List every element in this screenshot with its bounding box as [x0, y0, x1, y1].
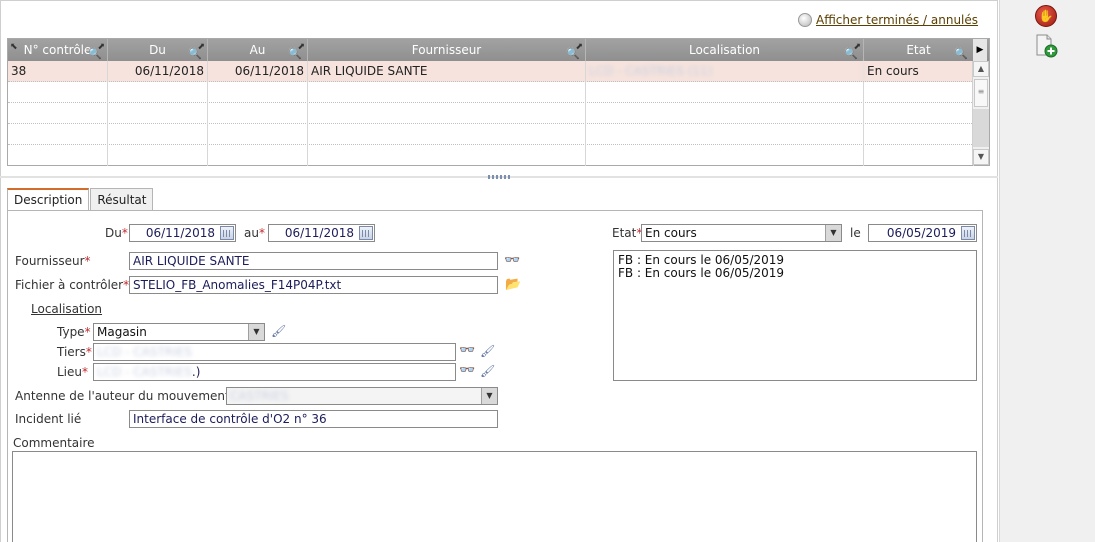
- splitter-grip-icon[interactable]: [488, 175, 510, 179]
- grid-vertical-scrollbar[interactable]: ▲ ≡ ▼: [972, 61, 989, 165]
- show-finished-link[interactable]: Afficher terminés / annulés: [816, 13, 978, 27]
- etat-label: Etat*: [612, 226, 643, 240]
- fichier-label: Fichier à contrôler*: [15, 278, 130, 292]
- lieu-input[interactable]: LCD - CASTRIES.): [93, 363, 456, 381]
- table-row: [8, 103, 974, 124]
- clear-brush-icon[interactable]: 🖌: [480, 344, 498, 358]
- table-row: [8, 124, 974, 145]
- table-row: [8, 82, 974, 103]
- du-date-input[interactable]: 06/11/2018: [129, 224, 236, 242]
- col-header-no[interactable]: ⬉ N° contrôle 🔍 ⬈: [8, 39, 108, 61]
- commentaire-textarea[interactable]: [12, 451, 977, 542]
- localisation-section-title: Localisation: [31, 302, 103, 316]
- au-date-input[interactable]: 06/11/2018: [268, 224, 375, 242]
- col-header-etat[interactable]: Etat 🔍: [864, 39, 974, 61]
- fournisseur-input[interactable]: AIR LIQUIDE SANTE: [129, 252, 498, 270]
- chevron-down-icon[interactable]: ▼: [825, 225, 841, 241]
- fichier-input[interactable]: STELIO_FB_Anomalies_F14P04P.txt: [129, 276, 498, 294]
- col-header-localisation[interactable]: Localisation 🔍 ⬈: [586, 39, 864, 61]
- detail-tabs: Description Résultat: [7, 188, 154, 211]
- le-date-input[interactable]: 06/05/2019: [868, 224, 977, 242]
- tiers-label: Tiers*: [57, 345, 92, 359]
- stop-hand-icon[interactable]: ✋: [1035, 5, 1057, 27]
- calendar-icon[interactable]: [359, 226, 373, 240]
- du-label: Du*: [105, 226, 128, 240]
- chevron-down-icon[interactable]: ▼: [481, 388, 497, 404]
- show-finished-toggle[interactable]: Afficher terminés / annulés: [798, 13, 978, 27]
- etat-select[interactable]: En cours ▼: [641, 224, 842, 242]
- au-label: au*: [244, 226, 265, 240]
- new-document-icon[interactable]: [1034, 34, 1058, 58]
- attach-file-icon[interactable]: 📂: [505, 277, 521, 293]
- incident-label: Incident lié: [15, 412, 82, 426]
- grid-header: ⬉ N° contrôle 🔍 ⬈ Du 🔍 ⬈ Au 🔍 ⬈ Fournisseur 🔍 ⬈ L…: [8, 39, 989, 61]
- scroll-down-icon[interactable]: ▼: [973, 149, 989, 165]
- radio-icon[interactable]: [798, 13, 812, 27]
- type-label: Type*: [57, 325, 91, 339]
- type-select[interactable]: Magasin ▼: [93, 323, 265, 341]
- binoculars-search-icon[interactable]: 👓: [504, 254, 522, 268]
- table-row[interactable]: 38 06/11/2018 06/11/2018 AIR LIQUIDE SAN…: [8, 61, 974, 82]
- table-row: [8, 145, 974, 166]
- le-label: le: [850, 226, 861, 240]
- clear-brush-icon[interactable]: 🖌: [271, 324, 289, 338]
- antenne-select[interactable]: CASTRIES ▼: [226, 387, 498, 405]
- binoculars-search-icon[interactable]: 👓: [459, 364, 477, 378]
- right-action-panel: [999, 0, 1095, 542]
- lieu-label: Lieu*: [57, 365, 89, 379]
- panel-splitter[interactable]: [0, 172, 998, 182]
- clear-brush-icon[interactable]: 🖌: [480, 364, 498, 378]
- fournisseur-label: Fournisseur*: [15, 254, 91, 268]
- column-scroll-right-icon[interactable]: ▶: [973, 39, 987, 61]
- controls-grid: ⬉ N° contrôle 🔍 ⬈ Du 🔍 ⬈ Au 🔍 ⬈ Fournisseur 🔍 ⬈ L…: [7, 38, 990, 166]
- calendar-icon[interactable]: [961, 226, 975, 240]
- antenne-label: Antenne de l'auteur du mouvement: [15, 389, 230, 403]
- col-header-au[interactable]: Au 🔍 ⬈: [208, 39, 308, 61]
- tab-resultat[interactable]: Résultat: [90, 188, 154, 210]
- tiers-input[interactable]: LCD - CASTRIES: [93, 343, 456, 361]
- incident-input[interactable]: Interface de contrôle d'O2 n° 36: [129, 410, 498, 428]
- col-header-du[interactable]: Du 🔍 ⬈: [108, 39, 208, 61]
- scroll-thumb[interactable]: ≡: [974, 79, 988, 107]
- scroll-up-icon[interactable]: ▲: [973, 61, 989, 77]
- list-item: FB : En cours le 06/05/2019: [618, 266, 785, 280]
- binoculars-search-icon[interactable]: 👓: [459, 344, 477, 358]
- tab-description[interactable]: Description: [7, 188, 90, 211]
- scroll-track[interactable]: [973, 109, 989, 147]
- state-history-box: FB : En cours le 06/05/2019 FB : En cour…: [613, 250, 977, 381]
- col-header-fournisseur[interactable]: Fournisseur 🔍 ⬈: [308, 39, 586, 61]
- commentaire-label: Commentaire: [13, 436, 95, 450]
- chevron-down-icon[interactable]: ▼: [248, 324, 264, 340]
- calendar-icon[interactable]: [220, 226, 234, 240]
